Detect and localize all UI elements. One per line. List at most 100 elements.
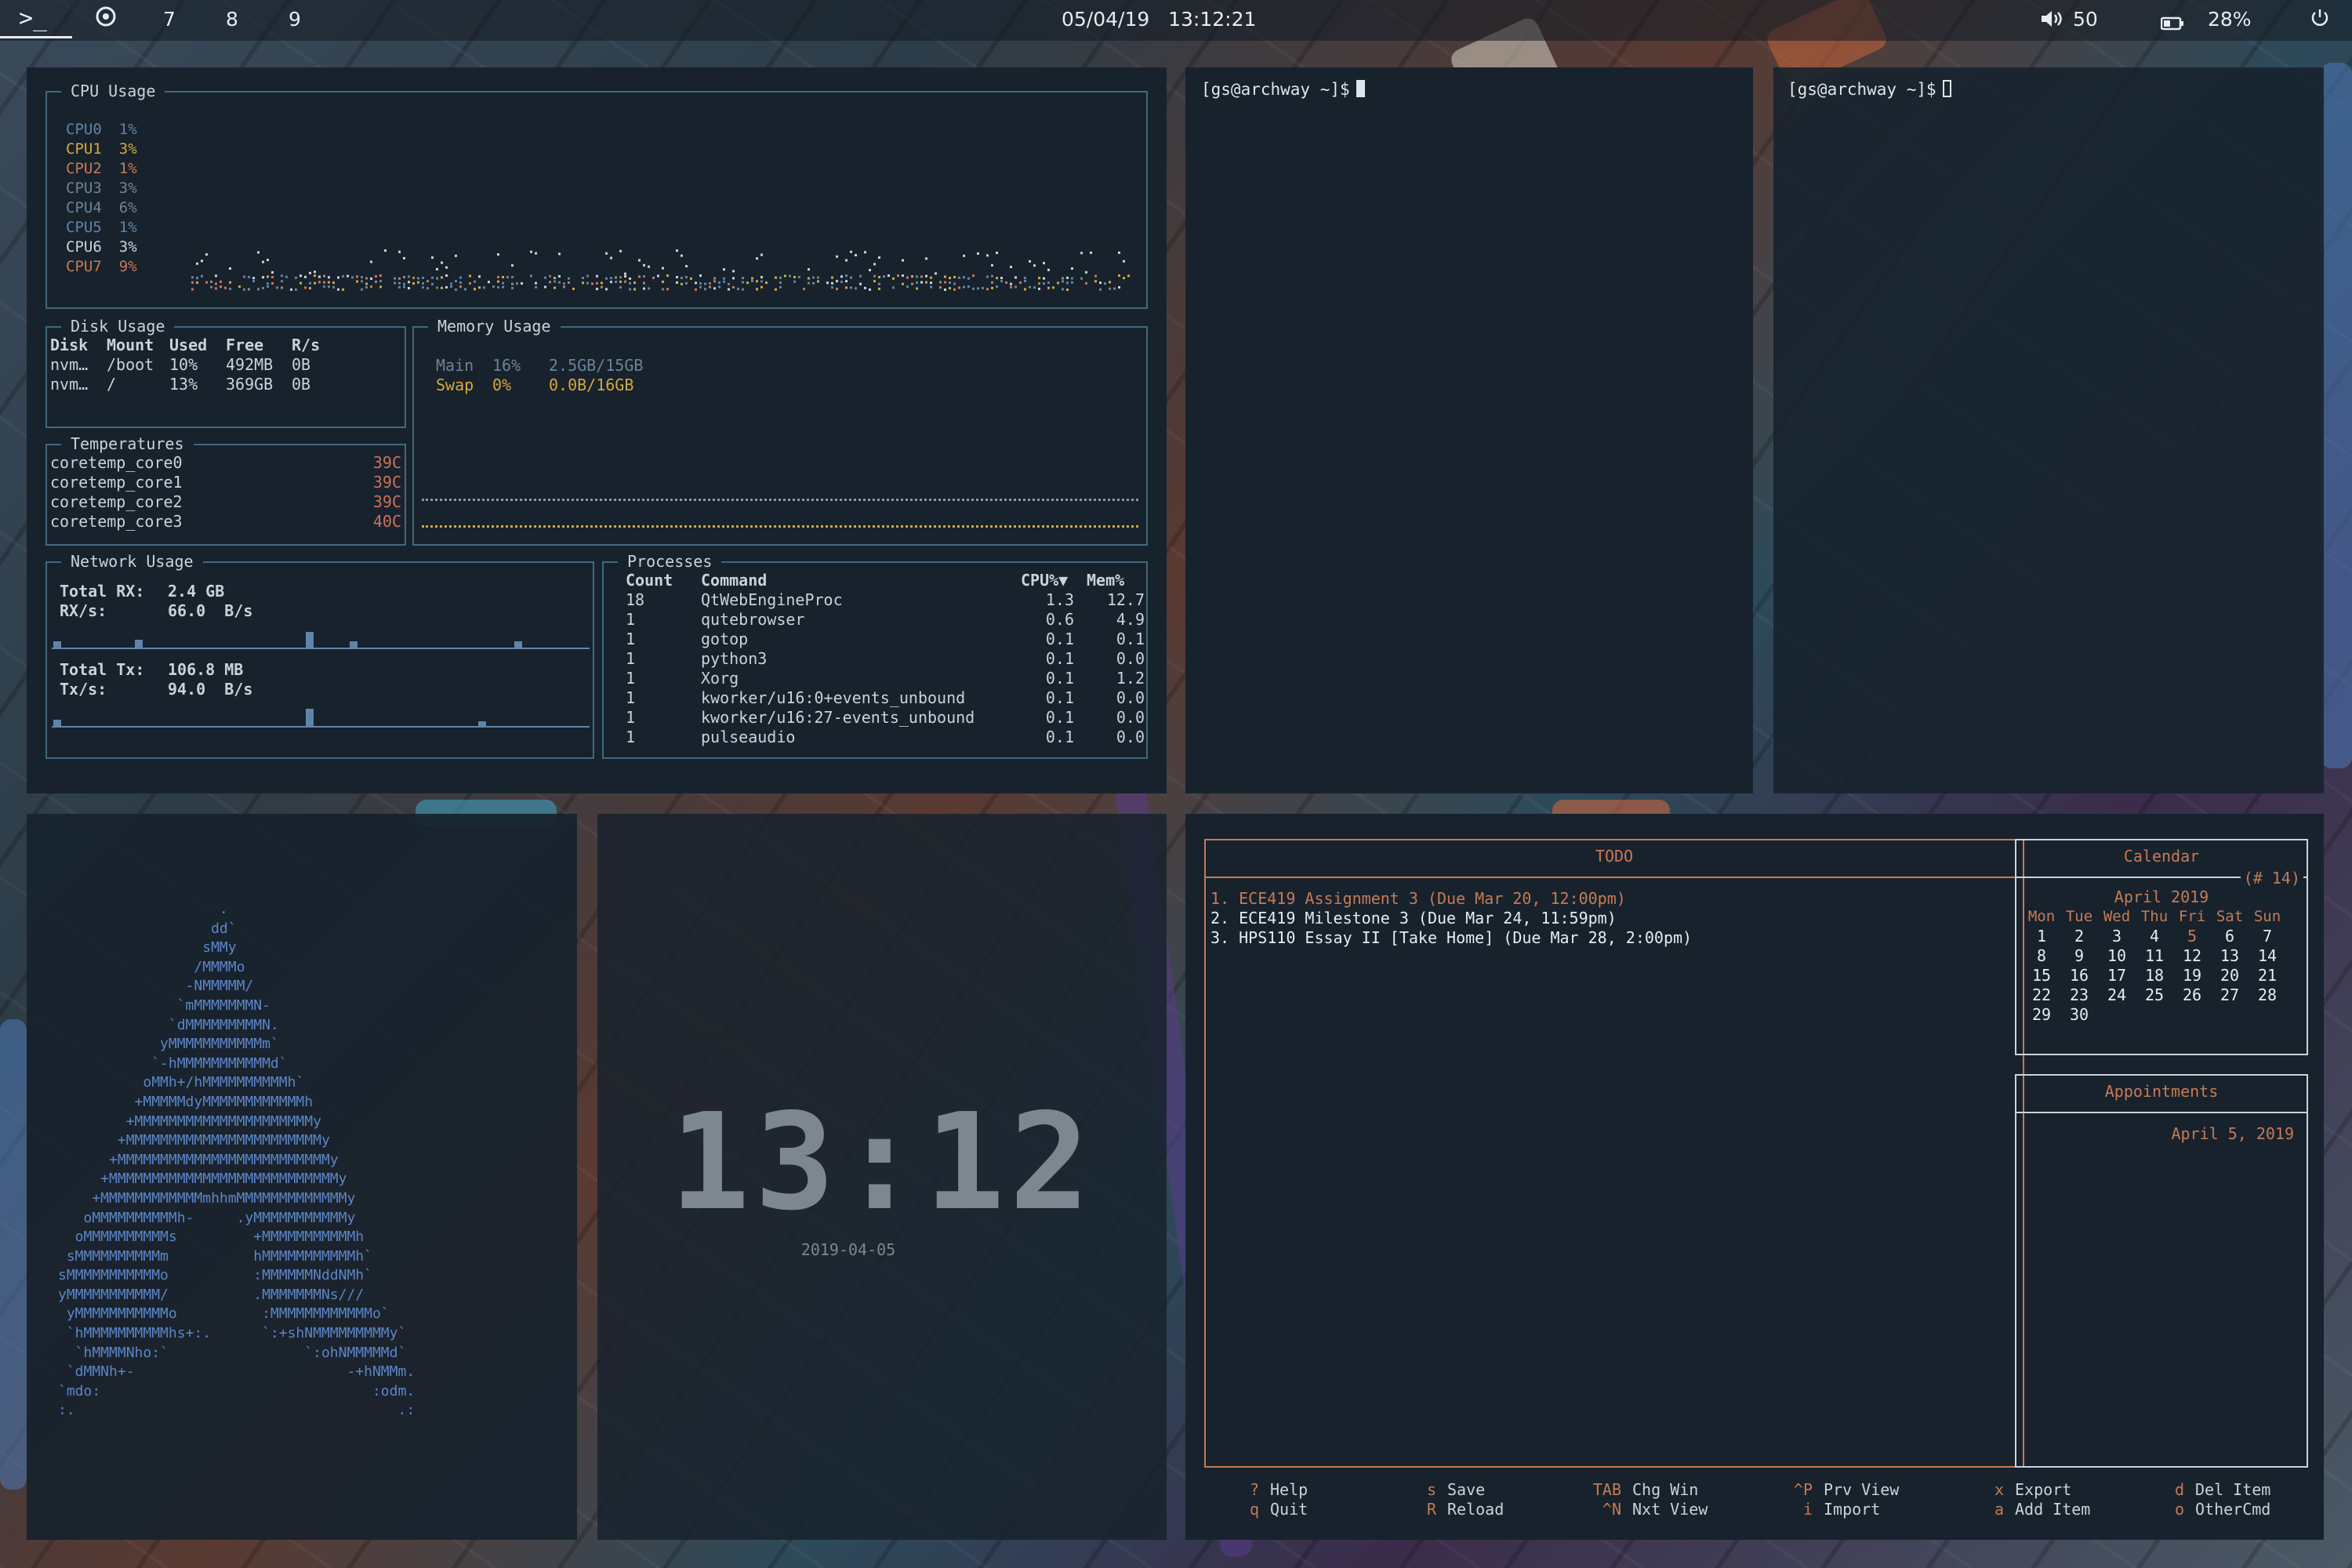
calendar-grid[interactable]: Mon Tue Wed Thu Fri Sat Sun 1 2 3 4 5 6 7 8 9 10 11 12 13 1… [2023,906,2286,1024]
proc-mem[interactable]: 0.1 [1116,630,1145,649]
calendar-day[interactable]: 16 [2060,965,2098,985]
gotop-window[interactable]: CPU Usage CPU0 1% CPU1 3% CPU2 1% CPU3 3% CPU4 6%… [27,67,1167,793]
proc-count[interactable]: 1 [626,669,635,688]
proc-cpu[interactable]: 0.6 [1046,610,1074,630]
speaker-icon[interactable] [2040,9,2063,33]
cpu-graph-dot [648,287,650,290]
calendar-day[interactable]: 17 [2098,965,2136,985]
calendar-day[interactable]: 11 [2136,946,2173,965]
browser-icon[interactable] [96,6,116,31]
proc-count[interactable]: 1 [626,728,635,747]
terminal-window-1[interactable]: [gs@archway ~]$ [1185,67,1753,793]
proc-command[interactable]: python3 [701,649,767,669]
calendar-day[interactable]: 21 [2249,965,2286,985]
calendar-day[interactable]: 29 [2023,1004,2060,1024]
total-rx-label: Total RX: [60,582,145,601]
cpu-graph-dot [953,282,956,285]
calendar-day[interactable]: 27 [2211,985,2249,1004]
proc-header-command[interactable]: Command [701,571,767,590]
proc-command[interactable]: Xorg [701,669,739,688]
terminal-prompt[interactable]: [gs@archway ~]$ [1788,80,1951,99]
calendar-day[interactable]: 8 [2023,946,2060,965]
todo-item[interactable]: 3. HPS110 Essay II [Take Home] (Due Mar … [1210,928,1692,948]
proc-count[interactable]: 1 [626,688,635,708]
proc-mem[interactable]: 0.0 [1116,728,1145,747]
tx-rate-label: Tx/s: [60,680,107,699]
proc-command[interactable]: kworker/u16:27-events_unbound [701,708,975,728]
proc-mem[interactable]: 0.0 [1116,708,1145,728]
power-icon[interactable] [2310,8,2330,33]
proc-cpu[interactable]: 0.1 [1046,708,1074,728]
proc-count[interactable]: 1 [626,610,635,630]
calcurse-window[interactable]: TODO 1. ECE419 Assignment 3 (Due Mar 20,… [1185,814,2324,1540]
cpu-graph-dot [845,259,848,262]
proc-mem[interactable]: 12.7 [1107,590,1145,610]
calendar-day[interactable]: 14 [2249,946,2286,965]
terminal-icon[interactable]: >_ [19,5,47,32]
cpu-graph-dot [474,288,476,291]
calendar-day[interactable]: 23 [2060,985,2098,1004]
calendar-day[interactable]: 3 [2098,926,2136,946]
calendar-day[interactable]: 2 [2060,926,2098,946]
proc-count[interactable]: 1 [626,708,635,728]
proc-header-count[interactable]: Count [626,571,673,590]
calendar-day[interactable]: 13 [2211,946,2249,965]
proc-count[interactable]: 1 [626,649,635,669]
calendar-day[interactable]: 24 [2098,985,2136,1004]
calendar-day[interactable]: 19 [2173,965,2211,985]
processes-panel[interactable]: Processes Count Command CPU%▼ Mem% 18 QtW… [602,552,1148,759]
calendar-day[interactable]: 30 [2060,1004,2098,1024]
calendar-day[interactable]: 15 [2023,965,2060,985]
proc-cpu[interactable]: 0.1 [1046,649,1074,669]
arch-logo-window[interactable]: . dd` sMMy /MMMMo -NMMMMM/ `mMMMMMMMN- `… [27,814,577,1540]
proc-cpu[interactable]: 0.1 [1046,728,1074,747]
calendar-day[interactable]: 6 [2211,926,2249,946]
todo-item[interactable]: 1. ECE419 Assignment 3 (Due Mar 20, 12:0… [1210,889,1626,909]
proc-count[interactable]: 1 [626,630,635,649]
proc-command[interactable]: gotop [701,630,748,649]
appointments-panel[interactable]: Appointments April 5, 2019 [2015,1074,2308,1468]
proc-command[interactable]: qutebrowser [701,610,804,630]
proc-command[interactable]: pulseaudio [701,728,795,747]
proc-count[interactable]: 18 [626,590,644,610]
calendar-day[interactable]: 20 [2211,965,2249,985]
todo-panel[interactable]: TODO 1. ECE419 Assignment 3 (Due Mar 20,… [1204,839,2024,1468]
proc-command[interactable]: kworker/u16:0+events_unbound [701,688,965,708]
workspace-8[interactable]: 8 [226,8,238,31]
proc-mem[interactable]: 0.0 [1116,688,1145,708]
proc-cpu[interactable]: 0.1 [1046,688,1074,708]
weekday-header: Sun [2253,907,2281,925]
cpu-graph-dot [398,250,401,253]
proc-command[interactable]: QtWebEngineProc [701,590,843,610]
proc-cpu[interactable]: 0.1 [1046,669,1074,688]
calendar-day[interactable]: 26 [2173,985,2211,1004]
todo-item[interactable]: 2. ECE419 Milestone 3 (Due Mar 24, 11:59… [1210,909,1617,928]
clock-window[interactable]: 13:12 2019-04-05 [597,814,1167,1540]
calendar-day[interactable]: 10 [2098,946,2136,965]
calendar-day[interactable]: 5 [2173,926,2211,946]
proc-mem[interactable]: 1.2 [1116,669,1145,688]
proc-cpu[interactable]: 0.1 [1046,630,1074,649]
workspace-9[interactable]: 9 [289,8,301,31]
calendar-day[interactable]: 18 [2136,965,2173,985]
calendar-day[interactable]: 9 [2060,946,2098,965]
calendar-day[interactable]: 7 [2249,926,2286,946]
calendar-day[interactable]: 4 [2136,926,2173,946]
terminal-window-2[interactable]: [gs@archway ~]$ [1773,67,2324,793]
memory-swap-pct: 0% [492,376,512,394]
calendar-day[interactable]: 25 [2136,985,2173,1004]
proc-cpu[interactable]: 1.3 [1046,590,1074,610]
cpu-legend-item: CPU1 3% [66,140,137,158]
proc-mem[interactable]: 4.9 [1116,610,1145,630]
cpu-graph-dot [328,281,330,284]
workspace-7[interactable]: 7 [163,8,176,31]
calendar-day[interactable]: 1 [2023,926,2060,946]
calendar-day[interactable]: 12 [2173,946,2211,965]
calendar-panel[interactable]: Calendar (# 14) April 2019 Mon Tue Wed Thu F… [2015,839,2308,1055]
proc-header-cpu[interactable]: CPU%▼ [1021,571,1068,590]
terminal-prompt[interactable]: [gs@archway ~]$ [1201,80,1365,99]
proc-mem[interactable]: 0.0 [1116,649,1145,669]
calendar-day[interactable]: 28 [2249,985,2286,1004]
proc-header-mem[interactable]: Mem% [1087,571,1124,590]
calendar-day[interactable]: 22 [2023,985,2060,1004]
